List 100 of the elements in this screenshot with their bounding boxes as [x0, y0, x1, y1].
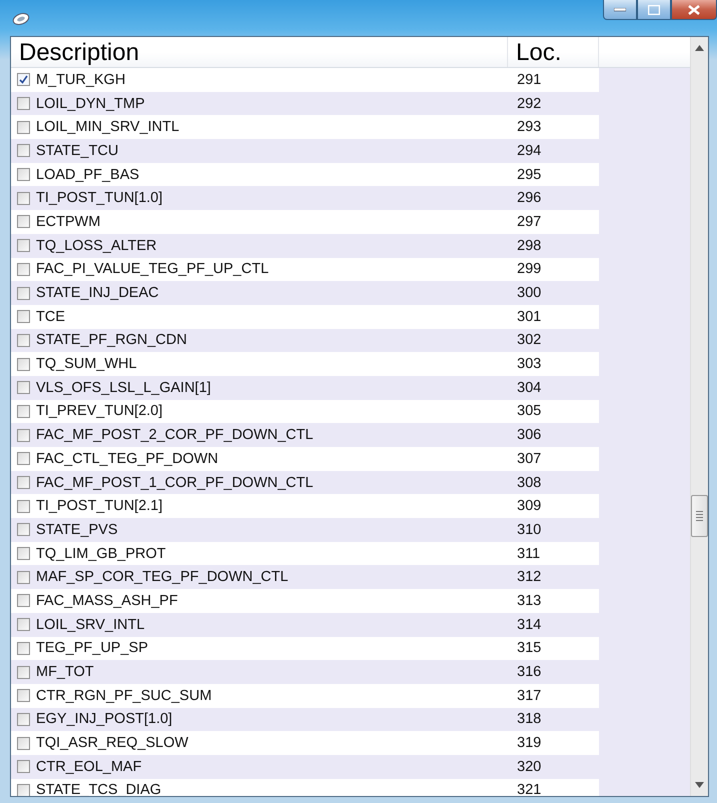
list-row[interactable]: VLS_OFS_LSL_L_GAIN[1] 304	[11, 376, 599, 400]
checkbox[interactable]	[17, 168, 30, 182]
checkbox[interactable]	[17, 618, 30, 632]
description-text: TQI_ASR_REQ_SLOW	[36, 735, 190, 752]
checkbox[interactable]	[17, 547, 30, 560]
checkbox[interactable]	[17, 523, 30, 536]
description-text: TQ_SUM_WHL	[36, 356, 138, 372]
location-text: 310	[517, 522, 542, 538]
description-text: VLS_OFS_LSL_L_GAIN[1]	[36, 380, 212, 396]
checkbox[interactable]	[17, 120, 30, 134]
minimize-button[interactable]	[603, 0, 637, 20]
location-text: 314	[517, 616, 542, 633]
checkbox[interactable]	[17, 736, 30, 750]
checkbox[interactable]	[17, 642, 30, 655]
location-text: 319	[517, 735, 542, 752]
description-text: TI_POST_TUN[2.1]	[36, 498, 164, 514]
location-text: 298	[517, 238, 542, 254]
description-text: LOIL_MIN_SRV_INTL	[36, 119, 180, 136]
description-text: M_TUR_KGH	[36, 72, 126, 88]
location-text: 296	[517, 190, 542, 206]
list-row[interactable]: STATE_TCU 294	[11, 139, 599, 163]
description-text: TEG_PF_UP_SP	[36, 640, 150, 656]
description-text: EGY_INJ_POST[1.0]	[36, 711, 174, 728]
description-text: LOIL_SRV_INTL	[36, 616, 146, 633]
close-icon	[688, 4, 700, 14]
description-text: LOAD_PF_BAS	[36, 166, 140, 183]
location-text: 297	[517, 214, 542, 230]
location-text: 308	[517, 474, 542, 491]
description-text: ECTPWM	[36, 214, 102, 230]
checkbox[interactable]	[17, 97, 30, 110]
list-row[interactable]: FAC_MF_POST_2_COR_PF_DOWN_CTL 306	[11, 423, 599, 447]
location-text: 311	[517, 546, 540, 562]
location-text: 309	[517, 498, 542, 514]
location-text: 313	[517, 592, 542, 609]
list-row[interactable]: TI_PREV_TUN[2.0] 305	[11, 400, 599, 424]
description-text: TI_POST_TUN[1.0]	[36, 190, 164, 206]
checkbox[interactable]	[17, 760, 30, 774]
checkbox[interactable]	[17, 666, 30, 679]
scroll-up-icon[interactable]	[695, 45, 704, 51]
description-text: STATE_TCU	[36, 142, 120, 159]
list-row[interactable]: STATE_PF_RGN_CDN 302	[11, 328, 599, 352]
location-text: 291	[517, 72, 542, 88]
list-row[interactable]: MAF_SP_COR_TEG_PF_DOWN_CTL 312	[11, 565, 599, 590]
location-text: 301	[517, 308, 542, 325]
checkbox[interactable]	[17, 404, 30, 418]
list-row[interactable]: LOIL_DYN_TMP 292	[11, 92, 599, 116]
checkbox[interactable]	[17, 334, 30, 347]
maximize-button[interactable]	[637, 0, 671, 20]
checkbox[interactable]	[17, 239, 30, 252]
description-text: FAC_PI_VALUE_TEG_PF_UP_CTL	[36, 261, 270, 278]
description-text: TI_PREV_TUN[2.0]	[36, 403, 164, 420]
description-text: FAC_MF_POST_2_COR_PF_DOWN_CTL	[36, 427, 314, 444]
description-text: STATE_INJ_DEAC	[36, 285, 160, 302]
list-row[interactable]: MF_TOT 316	[11, 660, 599, 684]
close-button[interactable]	[671, 0, 717, 20]
list-row[interactable]: TI_POST_TUN[1.0] 296	[11, 186, 599, 210]
column-header[interactable]: Loc.	[508, 37, 599, 67]
checkbox[interactable]	[17, 381, 30, 394]
checkbox[interactable]	[17, 262, 30, 276]
location-text: 315	[517, 640, 542, 656]
list-row[interactable]: STATE_TCS_DIAG 321	[11, 778, 599, 796]
checkbox[interactable]	[17, 476, 30, 490]
list-row[interactable]: FAC_MF_POST_1_COR_PF_DOWN_CTL 308	[11, 470, 599, 494]
location-text: 300	[517, 285, 542, 302]
list-row[interactable]: LOIL_SRV_INTL 314	[11, 612, 599, 636]
scroll-down-icon[interactable]	[695, 782, 704, 788]
checkbox[interactable]	[17, 452, 30, 466]
checkbox[interactable]	[17, 358, 30, 371]
location-text: 295	[517, 166, 542, 183]
checkbox[interactable]	[17, 594, 30, 608]
location-text: 317	[517, 688, 542, 704]
checkbox[interactable]	[17, 144, 30, 158]
list-row[interactable]: CTR_EOL_MAF 320	[11, 754, 599, 779]
location-text: 318	[517, 711, 542, 728]
list-row[interactable]: STATE_PVS 310	[11, 518, 599, 542]
checkbox[interactable]	[17, 310, 30, 324]
list-row[interactable]: EGY_INJ_POST[1.0] 318	[11, 708, 599, 732]
description-text: FAC_MF_POST_1_COR_PF_DOWN_CTL	[36, 474, 314, 491]
checkbox[interactable]	[17, 192, 30, 205]
checkbox[interactable]	[17, 500, 30, 513]
list-row[interactable]: STATE_INJ_DEAC 300	[11, 281, 599, 305]
description-text: TCE	[36, 308, 66, 325]
description-text: MF_TOT	[36, 664, 95, 680]
checkbox[interactable]	[17, 428, 30, 442]
checkbox[interactable]	[17, 689, 30, 702]
column-header[interactable]: Description	[11, 37, 508, 67]
location-text: 299	[517, 261, 542, 278]
location-text: 303	[517, 356, 542, 372]
checkbox[interactable]	[17, 712, 30, 726]
checkbox[interactable]	[17, 570, 30, 584]
scroll-thumb[interactable]	[691, 495, 708, 537]
description-text: TQ_LIM_GB_PROT	[36, 546, 167, 562]
checkbox[interactable]	[17, 784, 30, 796]
checkbox[interactable]	[17, 286, 30, 300]
list-row[interactable]: TQ_LOSS_ALTER 298	[11, 234, 599, 258]
description-text: CTR_EOL_MAF	[36, 758, 143, 775]
checkbox[interactable]	[17, 215, 30, 228]
checkbox[interactable]	[17, 73, 30, 86]
location-text: 316	[517, 664, 542, 680]
location-text: 305	[517, 403, 542, 420]
